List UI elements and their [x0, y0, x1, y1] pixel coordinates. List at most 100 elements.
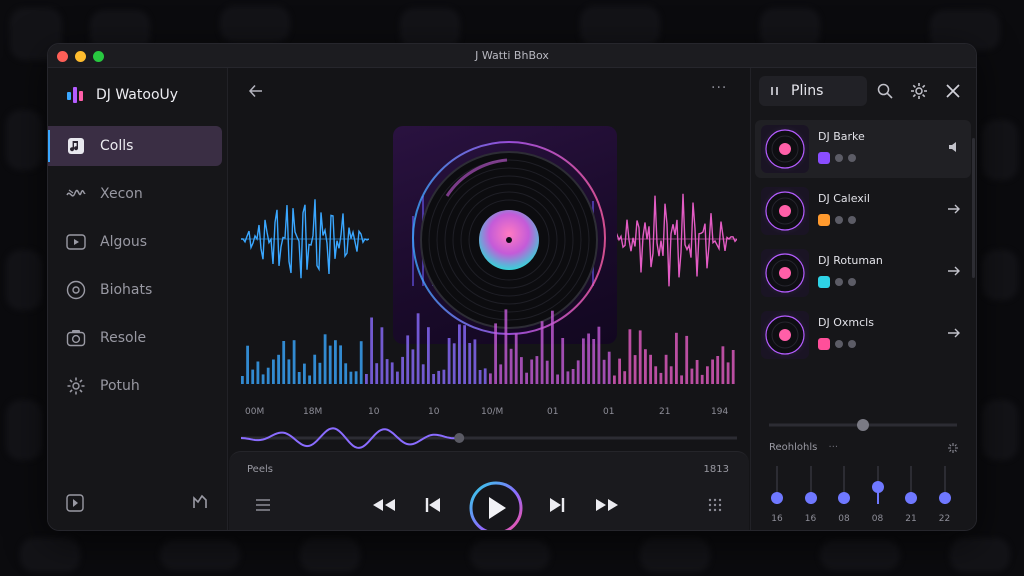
- add-media-button[interactable]: [66, 494, 84, 516]
- eq-knob[interactable]: [771, 492, 783, 505]
- track-item[interactable]: DJ Rotuman: [755, 244, 971, 302]
- spectrum-bar: [514, 333, 518, 384]
- next-track-button[interactable]: [547, 496, 567, 514]
- skip-back-icon: [425, 498, 440, 512]
- spectrum-bar: [566, 371, 570, 384]
- track-badge: [818, 276, 830, 288]
- spectrum-bar: [602, 359, 606, 384]
- track-item[interactable]: DJ Calexil: [755, 182, 971, 240]
- window-title: J Watti BhBox: [475, 49, 549, 62]
- rewind-button[interactable]: [371, 496, 397, 514]
- spectrum-bar: [380, 327, 384, 384]
- spectrum-bar: [246, 345, 249, 384]
- camera-icon: [66, 328, 86, 348]
- spectrum-bar: [721, 346, 725, 384]
- arrow-left-icon: [248, 84, 262, 98]
- settings-button[interactable]: [909, 81, 929, 101]
- vinyl-thumb-icon: [765, 129, 805, 169]
- sidebar-item-resole[interactable]: Resole: [48, 318, 228, 358]
- more-options-button[interactable]: ···: [711, 80, 733, 100]
- track-open-button[interactable]: [947, 264, 963, 280]
- spectrum-bar: [711, 359, 714, 384]
- spectrum-bar: [545, 360, 549, 384]
- previous-track-button[interactable]: [423, 496, 443, 514]
- spectrum-bar: [690, 368, 694, 384]
- equalizer: 16 16 08 08 21 22: [767, 464, 963, 530]
- title-bar: J Watti BhBox: [48, 44, 976, 68]
- player-controls: Peels 1813: [229, 451, 749, 530]
- close-panel-button[interactable]: [943, 81, 963, 101]
- spectrum-bar: [396, 371, 399, 384]
- track-open-button[interactable]: [947, 202, 963, 218]
- add-media-icon: [66, 494, 84, 512]
- grid-icon: [708, 498, 722, 512]
- gear-icon: [911, 83, 927, 99]
- equalizer-more-icon[interactable]: ···: [829, 442, 839, 453]
- spectrum-bar: [535, 356, 539, 384]
- spectrum-bar: [628, 329, 632, 384]
- eq-band[interactable]: 08: [834, 464, 854, 530]
- track-volume-button[interactable]: [947, 140, 963, 156]
- spectrum-bar: [706, 366, 709, 384]
- eq-band[interactable]: 16: [767, 464, 787, 530]
- track-name: DJ Calexil: [818, 192, 870, 205]
- eq-knob[interactable]: [871, 480, 884, 493]
- tab-plins[interactable]: Plins: [759, 76, 867, 106]
- track-dot-icon: [835, 278, 843, 286]
- eq-knob[interactable]: [905, 492, 917, 505]
- visualizer: [241, 124, 737, 384]
- speaker-icon: [949, 142, 956, 152]
- crossfade-slider[interactable]: [769, 418, 957, 432]
- track-name: DJ Barke: [818, 130, 865, 143]
- pause-icon: [771, 87, 778, 95]
- sidebar-item-biohats[interactable]: Biohats: [48, 270, 228, 310]
- track-list-scrollbar[interactable]: [972, 138, 975, 278]
- track-item[interactable]: DJ Barke: [755, 120, 971, 178]
- mixer-button[interactable]: [192, 494, 208, 514]
- track-dot-icon: [848, 340, 856, 348]
- sidebar-item-xecon[interactable]: Xecon: [48, 174, 228, 214]
- eq-band[interactable]: 08: [868, 464, 888, 530]
- sidebar-item-potuh[interactable]: Potuh: [48, 366, 228, 406]
- arrow-right-icon: [948, 204, 960, 214]
- main-player: ··· 00M 18M 10 10 10/M 01 01 21 194 Peel…: [229, 68, 749, 530]
- queue-button[interactable]: [253, 496, 273, 514]
- track-open-button[interactable]: [947, 326, 963, 342]
- eq-band[interactable]: 22: [935, 464, 955, 530]
- spectrum-bar: [654, 366, 658, 384]
- spectrum-bar: [659, 372, 663, 384]
- grid-view-button[interactable]: [705, 496, 725, 514]
- app-window: J Watti BhBox DJ WatooUy Colls Xecon Alg…: [47, 43, 977, 531]
- track-dot-icon: [835, 340, 843, 348]
- tab-label: Plins: [791, 83, 824, 99]
- eq-band[interactable]: 16: [801, 464, 821, 530]
- spectrum-bar: [241, 376, 244, 384]
- equalizer-settings-button[interactable]: [947, 442, 959, 457]
- gear-icon: [66, 376, 86, 396]
- spectrum-bar: [375, 363, 379, 384]
- sidebar-item-algous[interactable]: Algous: [48, 222, 228, 262]
- search-button[interactable]: [875, 81, 895, 101]
- eq-knob[interactable]: [938, 492, 951, 505]
- eq-knob[interactable]: [804, 492, 817, 505]
- track-progress-bar[interactable]: [241, 424, 737, 454]
- spectrum-bar: [370, 317, 373, 384]
- sidebar-item-colls[interactable]: Colls: [48, 126, 222, 166]
- track-item[interactable]: DJ Oxmcls: [755, 306, 971, 364]
- mixer-icon: [193, 494, 207, 508]
- timeline-tick: 194: [711, 407, 729, 417]
- back-button[interactable]: [247, 82, 267, 102]
- spectrum-bar: [427, 327, 430, 384]
- spectrum-bar: [308, 375, 311, 384]
- spectrum-bar: [587, 333, 590, 384]
- track-badge: [818, 214, 830, 226]
- spectrum-bar: [292, 340, 296, 384]
- eq-knob[interactable]: [838, 492, 850, 505]
- track-thumbnail: [761, 125, 809, 173]
- timeline-tick: 18M: [303, 407, 323, 417]
- spectrum-bar: [287, 359, 291, 384]
- eq-band[interactable]: 21: [901, 464, 921, 530]
- sidebar-item-label: Colls: [100, 138, 134, 154]
- fast-forward-button[interactable]: [594, 496, 620, 514]
- play-button[interactable]: [467, 479, 525, 530]
